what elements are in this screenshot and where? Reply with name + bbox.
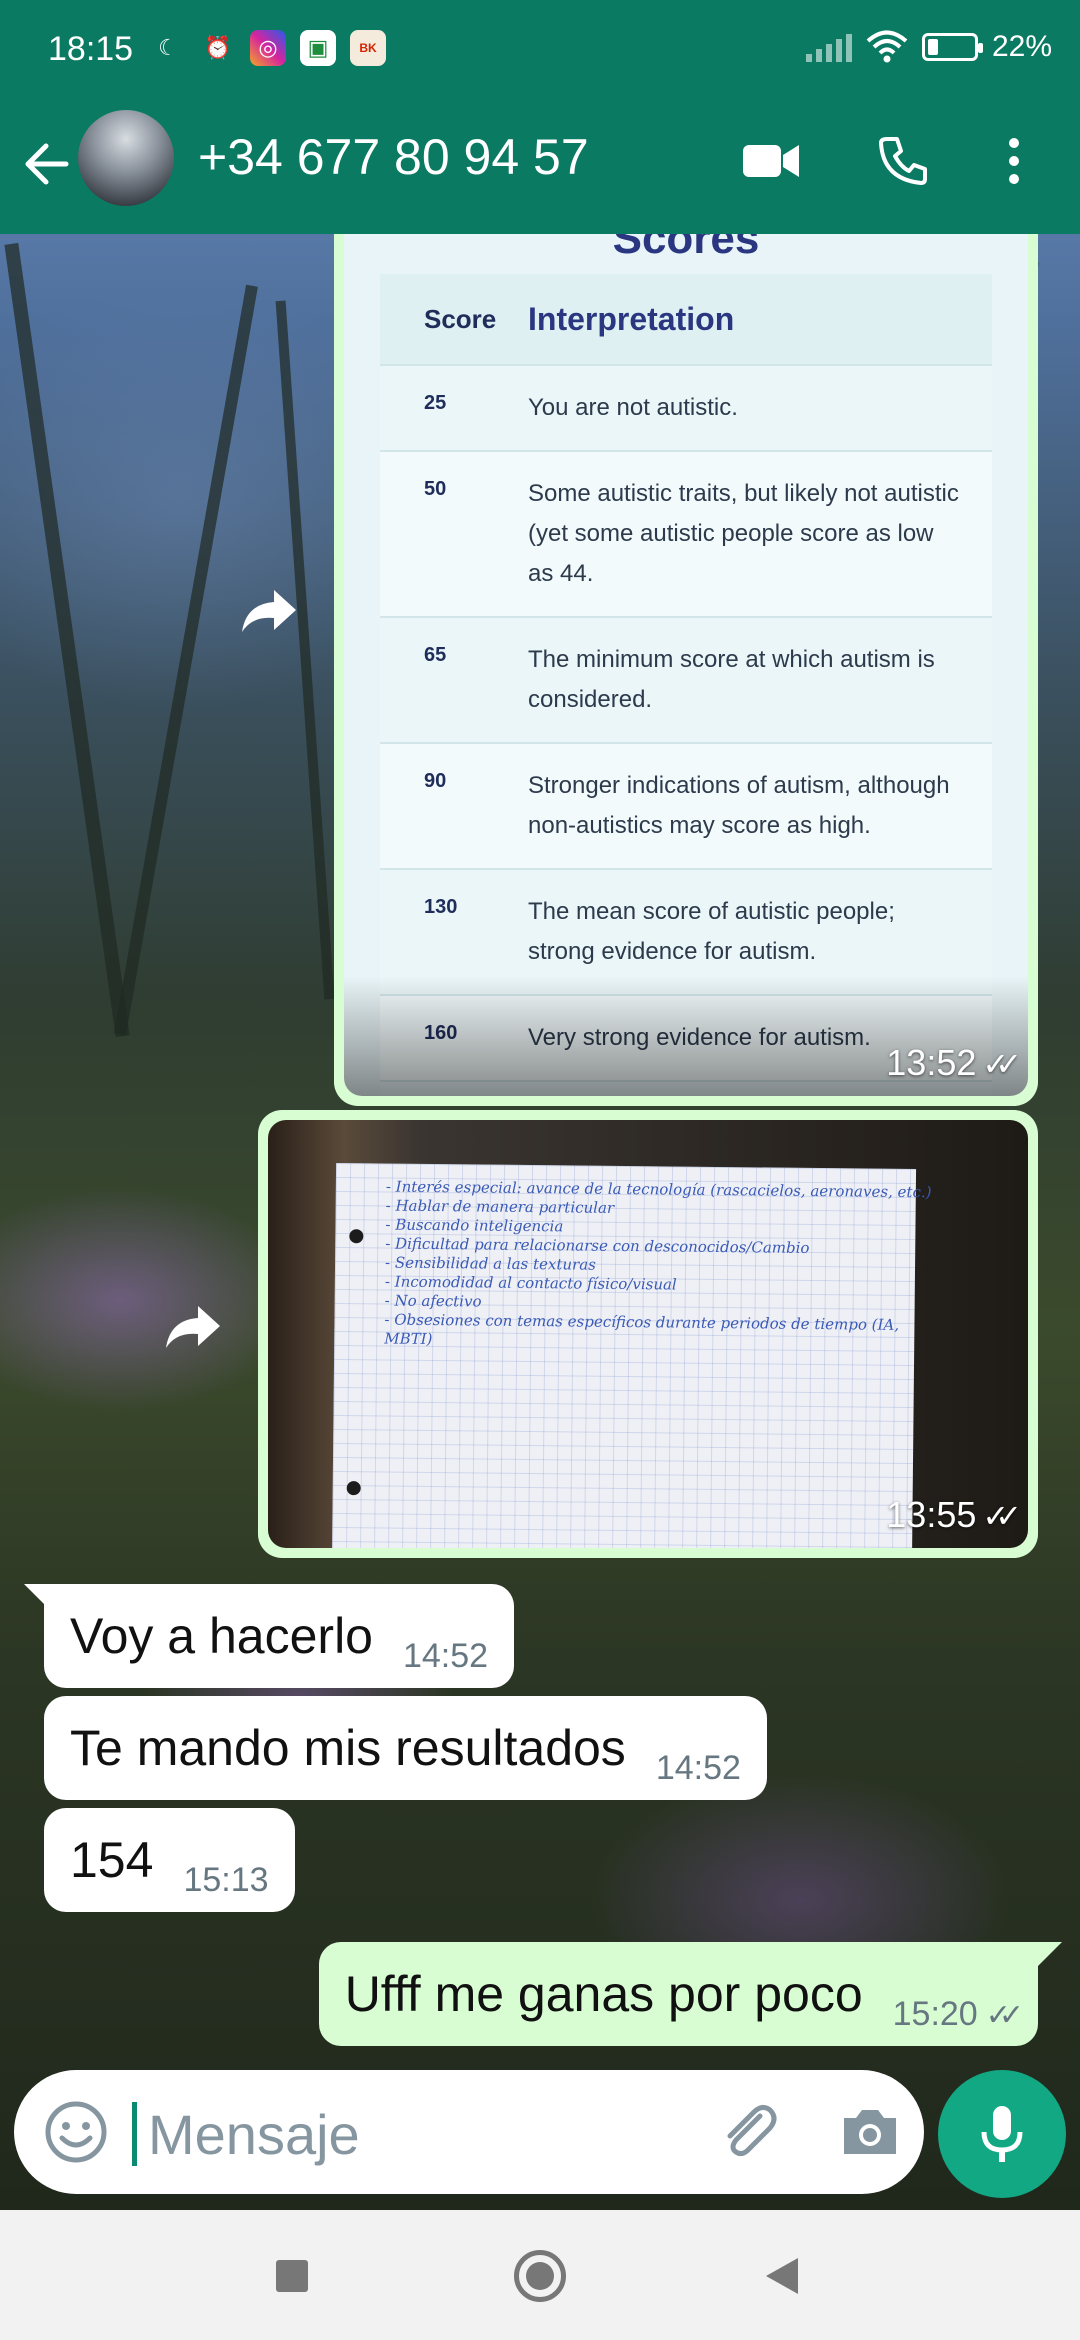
mic-button[interactable] <box>938 2070 1066 2198</box>
notes-photo: - Interés especial: avance de la tecnolo… <box>268 1120 1028 1548</box>
battery-icon <box>921 33 983 61</box>
wifi-icon <box>866 30 908 63</box>
message-time: 15:20 ✓✓ <box>892 1994 1025 2033</box>
signal-icon <box>805 32 852 62</box>
text-caret <box>132 2102 137 2166</box>
scores-table-row: 65 The minimum score at which autism is c… <box>380 616 992 742</box>
back-button[interactable] <box>766 2258 798 2294</box>
attach-icon[interactable] <box>714 2098 782 2166</box>
handwritten-line: MBTI) <box>384 1329 433 1348</box>
scores-table-row: 25 You are not autistic. <box>380 364 992 450</box>
handwritten-line: - Obsesiones con temas específicos duran… <box>384 1310 900 1334</box>
status-notification-icons: ☾ ⏰ ◎ ▣ BK <box>150 30 386 66</box>
contact-avatar[interactable] <box>78 110 174 206</box>
recents-button[interactable] <box>276 2260 308 2292</box>
status-bar: 18:15 ☾ ⏰ ◎ ▣ BK 22% <box>0 0 1080 100</box>
message-time: 13:55 ✓✓ <box>886 1494 1022 1535</box>
score-value: 65 <box>424 644 447 666</box>
read-ticks-icon: ✓✓ <box>982 1046 1021 1082</box>
alarm-icon: ⏰ <box>204 35 232 60</box>
battery-percent: 22% <box>991 30 1052 63</box>
system-nav-bar <box>0 2210 1080 2340</box>
status-time: 18:15 <box>48 30 134 68</box>
message-time: 14:52 <box>402 1636 489 1675</box>
forward-icon[interactable] <box>238 586 298 646</box>
scores-table-row: 90 Stronger indications of autism, althou… <box>380 742 992 868</box>
score-interpretation: The minimum score at which autism is con… <box>528 646 935 713</box>
col-score-header: Score <box>424 303 497 334</box>
do-not-disturb-moon-icon: ☾ <box>158 35 178 60</box>
score-value: 25 <box>424 392 447 414</box>
scores-table-image: Scores Score Interpretation 25 You are no… <box>344 234 1028 1096</box>
score-value: 130 <box>424 896 458 918</box>
more-options-icon[interactable] <box>984 126 1044 196</box>
scores-heading: Scores <box>612 234 760 263</box>
status-right: 22% <box>805 30 1052 64</box>
incoming-message[interactable]: 154 15:13 <box>44 1808 295 1912</box>
scores-table-row: 50 Some autistic traits, but likely not a… <box>380 450 992 616</box>
handwritten-line: - Incomodidad al contacto físico/visual <box>384 1272 677 1294</box>
handwritten-line: - Sensibilidad a las texturas <box>384 1253 596 1274</box>
chat-header: +34 677 80 94 57 <box>0 100 1080 234</box>
score-interpretation: Some autistic traits, but likely not aut… <box>528 480 959 587</box>
image-message-scores[interactable]: Scores Score Interpretation 25 You are no… <box>334 234 1038 1106</box>
score-interpretation: The mean score of autistic people; stron… <box>528 898 895 965</box>
score-interpretation: You are not autistic. <box>528 394 738 421</box>
handwritten-line: - Buscando inteligencia <box>385 1215 564 1236</box>
handwritten-line: - Hablar de manera particular <box>385 1196 615 1217</box>
video-call-icon[interactable] <box>736 126 806 196</box>
emoji-icon[interactable] <box>40 2096 112 2168</box>
score-value: 90 <box>424 770 447 792</box>
message-time: 13:52 ✓✓ <box>886 1042 1022 1083</box>
message-text: 154 <box>70 1832 154 1888</box>
scores-table-header: Score Interpretation <box>380 274 992 364</box>
read-ticks-icon: ✓✓ <box>982 1498 1021 1534</box>
phone-icon[interactable] <box>868 126 938 196</box>
col-interpretation-header: Interpretation <box>528 300 735 337</box>
score-value: 50 <box>424 478 447 500</box>
classroom-icon: ▣ <box>300 30 336 66</box>
burger-king-icon: BK <box>350 30 386 66</box>
read-ticks-icon: ✓✓ <box>985 1998 1024 2032</box>
message-time: 14:52 <box>655 1748 741 1787</box>
incoming-message[interactable]: Voy a hacerlo 14:52 <box>44 1584 515 1688</box>
paper-hole <box>349 1229 364 1244</box>
message-text: Ufff me ganas por poco <box>344 1966 863 2022</box>
outgoing-message[interactable]: Ufff me ganas por poco 15:20 ✓✓ <box>318 1942 1038 2046</box>
message-input-bar[interactable]: Mensaje <box>14 2070 924 2194</box>
forward-icon[interactable] <box>162 1302 222 1362</box>
message-text: Voy a hacerlo <box>70 1608 373 1664</box>
bubble-tail <box>1036 1942 1062 1968</box>
camera-icon[interactable] <box>838 2100 902 2164</box>
handwritten-line: - No afectivo <box>384 1291 482 1311</box>
scores-table: Score Interpretation 25 You are not autis… <box>380 274 992 1096</box>
handwritten-notes-paper: - Interés especial: avance de la tecnolo… <box>331 1162 932 1548</box>
message-time: 15:13 <box>183 1860 269 1899</box>
mic-icon <box>981 2106 1023 2162</box>
image-message-notes[interactable]: - Interés especial: avance de la tecnolo… <box>258 1110 1038 1558</box>
instagram-icon: ◎ <box>250 30 286 66</box>
message-input-field[interactable]: Mensaje <box>148 2102 360 2167</box>
contact-name[interactable]: +34 677 80 94 57 <box>198 128 589 186</box>
paper-hole <box>346 1481 361 1496</box>
message-text: Te mando mis resultados <box>70 1720 626 1776</box>
incoming-message[interactable]: Te mando mis resultados 14:52 <box>44 1696 767 1800</box>
back-arrow-icon[interactable] <box>22 134 72 194</box>
score-interpretation: Stronger indications of autism, although… <box>528 772 950 839</box>
home-button[interactable] <box>514 2250 566 2302</box>
